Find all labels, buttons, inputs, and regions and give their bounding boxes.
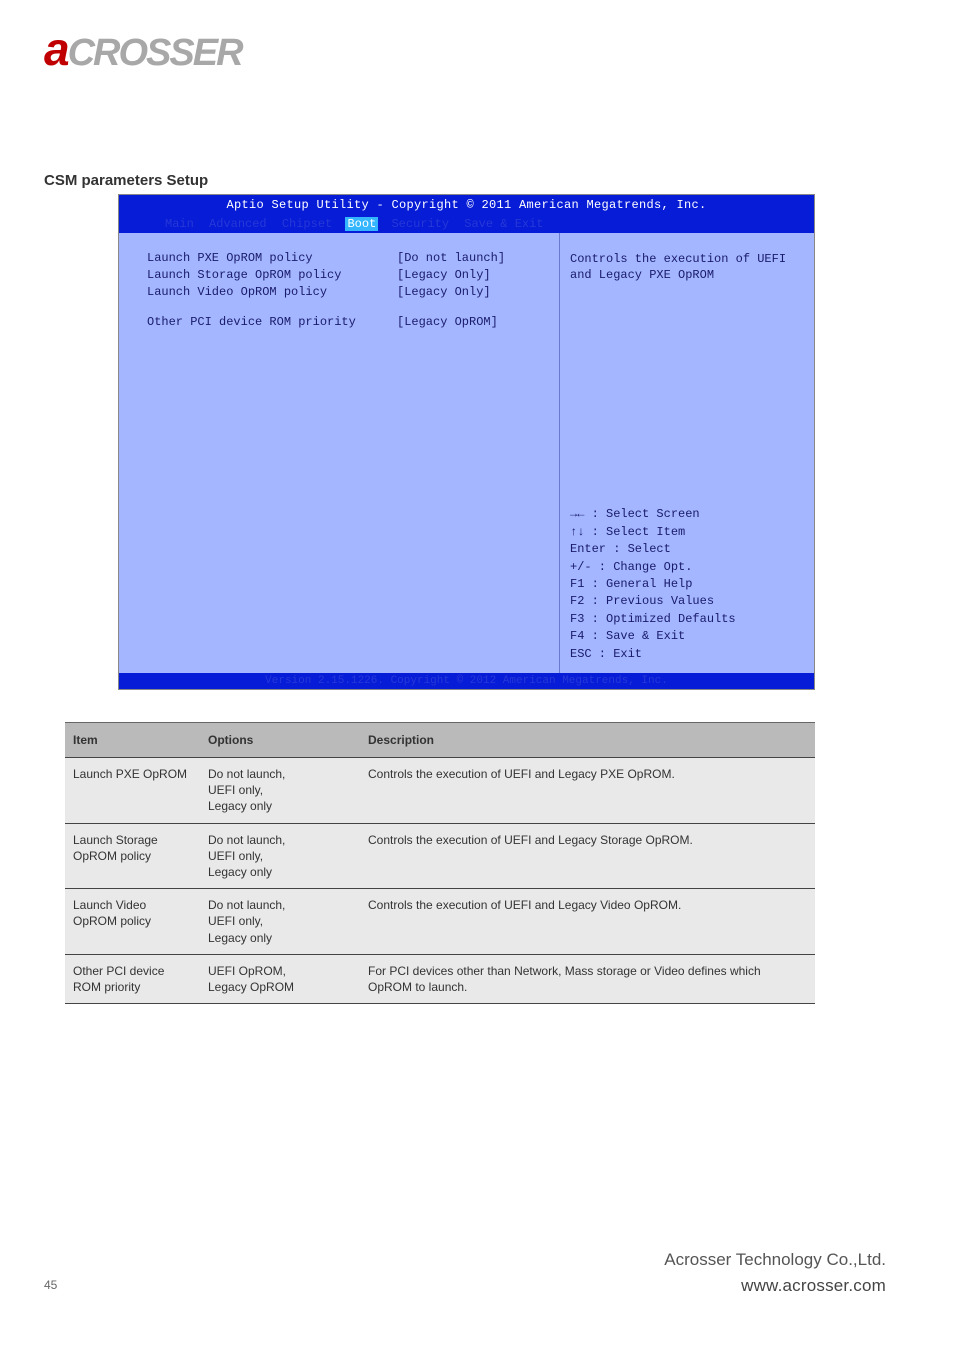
settings-table: Item Options Description Launch PXE OpRO… (65, 722, 815, 1004)
setting-value: [Legacy Only] (397, 268, 491, 282)
legend-line: ↑↓ : Select Item (570, 524, 806, 541)
cell-item: Launch PXE OpROM (65, 758, 200, 824)
legend-line: →← : Select Screen (570, 506, 806, 523)
setting-label: Launch Video OpROM policy (147, 285, 397, 299)
bios-help-pane: Controls the execution of UEFI and Legac… (559, 233, 814, 673)
legend-line: F1 : General Help (570, 576, 806, 593)
cell-options: Do not launch, UEFI only, Legacy only (200, 889, 360, 955)
bios-titlebar: Aptio Setup Utility - Copyright © 2011 A… (119, 195, 814, 215)
col-header-options: Options (200, 723, 360, 758)
key-legend: →← : Select Screen ↑↓ : Select Item Ente… (570, 506, 806, 663)
setting-row[interactable]: Other PCI device ROM priority [Legacy Op… (147, 315, 549, 329)
table-row: Other PCI device ROM priority UEFI OpROM… (65, 954, 815, 1003)
setting-row[interactable]: Launch PXE OpROM policy [Do not launch] (147, 251, 549, 265)
table-header-row: Item Options Description (65, 723, 815, 758)
legend-line: F3 : Optimized Defaults (570, 611, 806, 628)
help-text: Controls the execution of UEFI and Legac… (570, 251, 806, 283)
tab-save-exit[interactable]: Save & Exit (462, 217, 545, 231)
table-row: Launch Storage OpROM policy Do not launc… (65, 823, 815, 889)
cell-desc: Controls the execution of UEFI and Legac… (360, 823, 815, 889)
setting-row[interactable]: Launch Video OpROM policy [Legacy Only] (147, 285, 549, 299)
company-url: www.acrosser.com (664, 1276, 886, 1296)
cell-desc: Controls the execution of UEFI and Legac… (360, 758, 815, 824)
cell-desc: For PCI devices other than Network, Mass… (360, 954, 815, 1003)
cell-options: UEFI OpROM, Legacy OpROM (200, 954, 360, 1003)
page-footer: Acrosser Technology Co.,Ltd. www.acrosse… (664, 1250, 886, 1296)
tab-advanced[interactable]: Advanced (207, 217, 269, 231)
cell-item: Launch Storage OpROM policy (65, 823, 200, 889)
col-header-item: Item (65, 723, 200, 758)
legend-line: +/- : Change Opt. (570, 559, 806, 576)
legend-line: F2 : Previous Values (570, 593, 806, 610)
setting-value: [Legacy OpROM] (397, 315, 498, 329)
setting-value: [Legacy Only] (397, 285, 491, 299)
tab-chipset[interactable]: Chipset (280, 217, 334, 231)
cell-options: Do not launch, UEFI only, Legacy only (200, 758, 360, 824)
bios-settings-pane: Launch PXE OpROM policy [Do not launch] … (119, 233, 559, 673)
section-title: CSM parameters Setup (44, 172, 208, 189)
setting-label: Launch Storage OpROM policy (147, 268, 397, 282)
cell-options: Do not launch, UEFI only, Legacy only (200, 823, 360, 889)
cell-desc: Controls the execution of UEFI and Legac… (360, 889, 815, 955)
setting-row[interactable]: Launch Storage OpROM policy [Legacy Only… (147, 268, 549, 282)
logo-first-letter: a (44, 23, 68, 75)
setting-label: Other PCI device ROM priority (147, 315, 397, 329)
bios-footer: Version 2.15.1226. Copyright © 2012 Amer… (119, 673, 814, 689)
brand-logo: aCROSSER (44, 22, 242, 76)
cell-item: Launch Video OpROM policy (65, 889, 200, 955)
legend-line: ESC : Exit (570, 646, 806, 663)
bios-screenshot: Aptio Setup Utility - Copyright © 2011 A… (118, 194, 815, 690)
setting-label: Launch PXE OpROM policy (147, 251, 397, 265)
table-row: Launch Video OpROM policy Do not launch,… (65, 889, 815, 955)
legend-line: F4 : Save & Exit (570, 628, 806, 645)
bios-body: Launch PXE OpROM policy [Do not launch] … (119, 233, 814, 673)
table-row: Launch PXE OpROM Do not launch, UEFI onl… (65, 758, 815, 824)
tab-boot[interactable]: Boot (345, 217, 378, 231)
legend-line: Enter : Select (570, 541, 806, 558)
col-header-description: Description (360, 723, 815, 758)
cell-item: Other PCI device ROM priority (65, 954, 200, 1003)
tab-main[interactable]: Main (163, 217, 196, 231)
bios-menubar: Main Advanced Chipset Boot Security Save… (119, 215, 814, 233)
page-number: 45 (44, 1278, 57, 1292)
tab-security[interactable]: Security (389, 217, 451, 231)
company-name: Acrosser Technology Co.,Ltd. (664, 1250, 886, 1270)
setting-value: [Do not launch] (397, 251, 505, 265)
logo-rest: CROSSER (68, 32, 242, 74)
